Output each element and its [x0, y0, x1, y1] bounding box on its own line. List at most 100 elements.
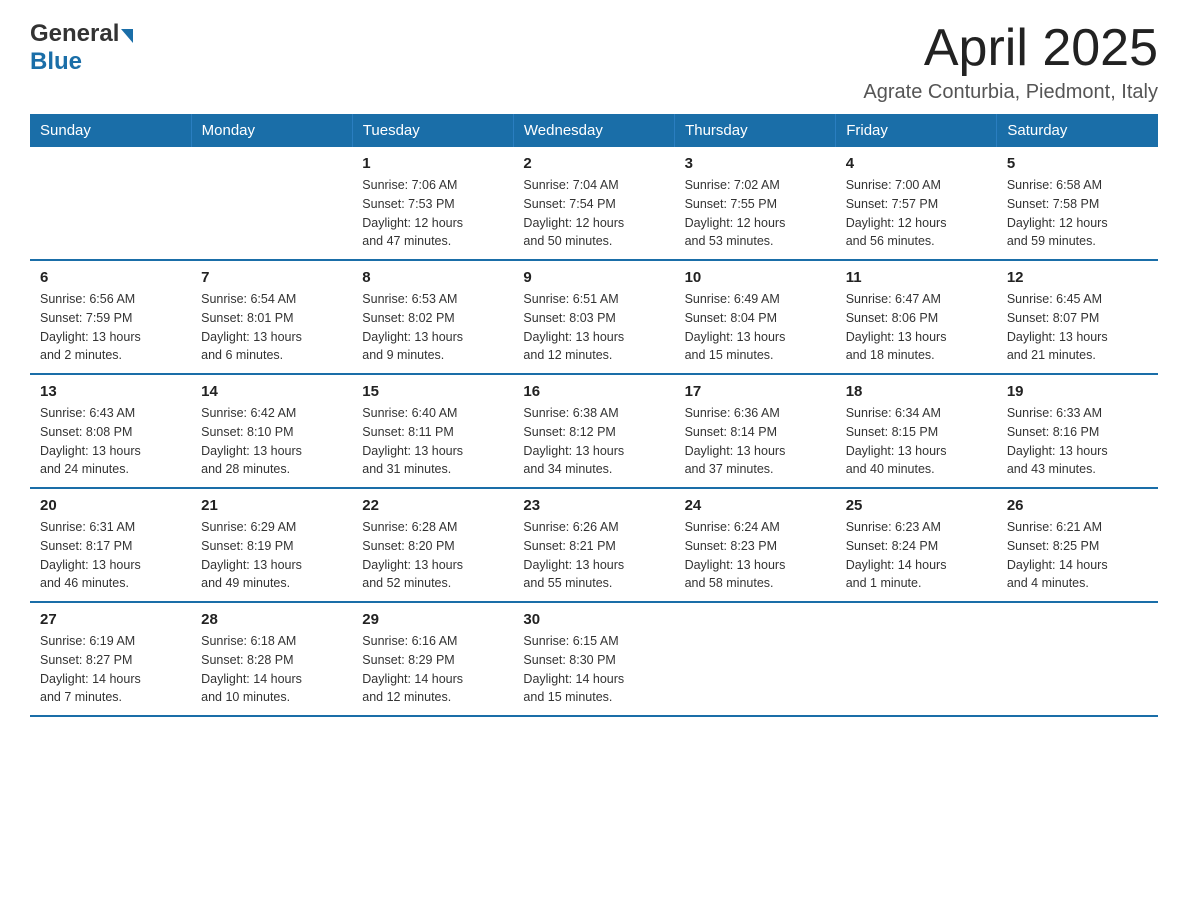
day-info: Sunrise: 6:21 AM Sunset: 8:25 PM Dayligh… — [1007, 518, 1148, 593]
calendar-cell: 28Sunrise: 6:18 AM Sunset: 8:28 PM Dayli… — [191, 602, 352, 716]
day-info: Sunrise: 6:53 AM Sunset: 8:02 PM Dayligh… — [362, 290, 503, 365]
calendar-cell — [997, 602, 1158, 716]
header-friday: Friday — [836, 114, 997, 147]
day-info: Sunrise: 6:28 AM Sunset: 8:20 PM Dayligh… — [362, 518, 503, 593]
day-info: Sunrise: 6:34 AM Sunset: 8:15 PM Dayligh… — [846, 404, 987, 479]
logo-blue-text: Blue — [30, 48, 82, 76]
calendar-cell: 20 Sunrise: 6:31 AM Sunset: 8:17 PM Dayli… — [30, 488, 191, 602]
day-info: Sunrise: 6:26 AM Sunset: 8:21 PM Dayligh… — [523, 518, 664, 593]
day-info: Sunrise: 6:40 AM Sunset: 8:11 PM Dayligh… — [362, 404, 503, 479]
header-row: SundayMondayTuesdayWednesdayThursdayFrid… — [30, 114, 1158, 147]
day-info: Sunrise: 6:47 AM Sunset: 8:06 PM Dayligh… — [846, 290, 987, 365]
day-number: 4 — [846, 155, 987, 172]
day-info: Sunrise: 7:04 AM Sunset: 7:54 PM Dayligh… — [523, 176, 664, 251]
day-info: Sunrise: 6:33 AM Sunset: 8:16 PM Dayligh… — [1007, 404, 1148, 479]
day-info: Sunrise: 7:00 AM Sunset: 7:57 PM Dayligh… — [846, 176, 987, 251]
day-info: Sunrise: 6:43 AM Sunset: 8:08 PM Dayligh… — [40, 404, 181, 479]
logo: General Blue — [30, 20, 133, 76]
day-number: 9 — [523, 269, 664, 286]
day-info: Sunrise: 6:45 AM Sunset: 8:07 PM Dayligh… — [1007, 290, 1148, 365]
title-section: April 2025 Agrate Conturbia, Piedmont, I… — [863, 20, 1158, 104]
header-sunday: Sunday — [30, 114, 191, 147]
day-info: Sunrise: 6:31 AM Sunset: 8:17 PM Dayligh… — [40, 518, 181, 593]
day-number: 26 — [1007, 497, 1148, 514]
calendar-cell: 15 Sunrise: 6:40 AM Sunset: 8:11 PM Dayli… — [352, 374, 513, 488]
day-info: Sunrise: 6:42 AM Sunset: 8:10 PM Dayligh… — [201, 404, 342, 479]
day-number: 27 — [40, 611, 181, 628]
day-number: 17 — [685, 383, 826, 400]
calendar-cell: 29 Sunrise: 6:16 AM Sunset: 8:29 PM Dayli… — [352, 602, 513, 716]
day-info: Sunrise: 6:36 AM Sunset: 8:14 PM Dayligh… — [685, 404, 826, 479]
day-info: Sunrise: 6:49 AM Sunset: 8:04 PM Dayligh… — [685, 290, 826, 365]
calendar-week-row: 1 Sunrise: 7:06 AM Sunset: 7:53 PM Daylig… — [30, 147, 1158, 260]
calendar-cell: 19 Sunrise: 6:33 AM Sunset: 8:16 PM Dayli… — [997, 374, 1158, 488]
day-info: Sunrise: 6:29 AM Sunset: 8:19 PM Dayligh… — [201, 518, 342, 593]
day-info: Sunrise: 6:15 AM Sunset: 8:30 PM Dayligh… — [523, 632, 664, 707]
day-info: Sunrise: 6:51 AM Sunset: 8:03 PM Dayligh… — [523, 290, 664, 365]
day-number: 23 — [523, 497, 664, 514]
calendar-cell: 13 Sunrise: 6:43 AM Sunset: 8:08 PM Dayli… — [30, 374, 191, 488]
day-number: 1 — [362, 155, 503, 172]
calendar-cell — [836, 602, 997, 716]
day-number: 11 — [846, 269, 987, 286]
calendar-cell: 17 Sunrise: 6:36 AM Sunset: 8:14 PM Dayli… — [675, 374, 836, 488]
header-wednesday: Wednesday — [513, 114, 674, 147]
day-info: Sunrise: 7:02 AM Sunset: 7:55 PM Dayligh… — [685, 176, 826, 251]
day-number: 28 — [201, 611, 342, 628]
day-number: 25 — [846, 497, 987, 514]
day-number: 21 — [201, 497, 342, 514]
calendar-header: SundayMondayTuesdayWednesdayThursdayFrid… — [30, 114, 1158, 147]
calendar-cell — [30, 147, 191, 260]
day-number: 30 — [523, 611, 664, 628]
calendar-cell: 25 Sunrise: 6:23 AM Sunset: 8:24 PM Dayli… — [836, 488, 997, 602]
day-number: 29 — [362, 611, 503, 628]
day-number: 10 — [685, 269, 826, 286]
day-info: Sunrise: 6:16 AM Sunset: 8:29 PM Dayligh… — [362, 632, 503, 707]
day-info: Sunrise: 6:23 AM Sunset: 8:24 PM Dayligh… — [846, 518, 987, 593]
calendar-cell: 22 Sunrise: 6:28 AM Sunset: 8:20 PM Dayli… — [352, 488, 513, 602]
day-info: Sunrise: 7:06 AM Sunset: 7:53 PM Dayligh… — [362, 176, 503, 251]
day-number: 8 — [362, 269, 503, 286]
calendar-cell: 27Sunrise: 6:19 AM Sunset: 8:27 PM Dayli… — [30, 602, 191, 716]
day-number: 5 — [1007, 155, 1148, 172]
calendar-cell: 6 Sunrise: 6:56 AM Sunset: 7:59 PM Daylig… — [30, 260, 191, 374]
day-number: 3 — [685, 155, 826, 172]
calendar-cell: 7 Sunrise: 6:54 AM Sunset: 8:01 PM Daylig… — [191, 260, 352, 374]
calendar-cell: 16Sunrise: 6:38 AM Sunset: 8:12 PM Dayli… — [513, 374, 674, 488]
day-number: 15 — [362, 383, 503, 400]
calendar-cell: 18Sunrise: 6:34 AM Sunset: 8:15 PM Dayli… — [836, 374, 997, 488]
day-info: Sunrise: 6:58 AM Sunset: 7:58 PM Dayligh… — [1007, 176, 1148, 251]
day-number: 19 — [1007, 383, 1148, 400]
calendar-week-row: 6 Sunrise: 6:56 AM Sunset: 7:59 PM Daylig… — [30, 260, 1158, 374]
day-number: 13 — [40, 383, 181, 400]
day-info: Sunrise: 6:24 AM Sunset: 8:23 PM Dayligh… — [685, 518, 826, 593]
day-number: 16 — [523, 383, 664, 400]
logo-arrow-icon — [121, 29, 133, 43]
location-subtitle: Agrate Conturbia, Piedmont, Italy — [863, 81, 1158, 104]
calendar-body: 1 Sunrise: 7:06 AM Sunset: 7:53 PM Daylig… — [30, 147, 1158, 716]
day-number: 22 — [362, 497, 503, 514]
calendar-cell — [191, 147, 352, 260]
calendar-table: SundayMondayTuesdayWednesdayThursdayFrid… — [30, 114, 1158, 717]
calendar-cell: 3 Sunrise: 7:02 AM Sunset: 7:55 PM Daylig… — [675, 147, 836, 260]
calendar-cell: 14 Sunrise: 6:42 AM Sunset: 8:10 PM Dayli… — [191, 374, 352, 488]
calendar-cell: 9 Sunrise: 6:51 AM Sunset: 8:03 PM Daylig… — [513, 260, 674, 374]
calendar-cell: 12 Sunrise: 6:45 AM Sunset: 8:07 PM Dayli… — [997, 260, 1158, 374]
calendar-week-row: 20 Sunrise: 6:31 AM Sunset: 8:17 PM Dayli… — [30, 488, 1158, 602]
calendar-cell: 4 Sunrise: 7:00 AM Sunset: 7:57 PM Daylig… — [836, 147, 997, 260]
calendar-cell: 8 Sunrise: 6:53 AM Sunset: 8:02 PM Daylig… — [352, 260, 513, 374]
calendar-cell: 11 Sunrise: 6:47 AM Sunset: 8:06 PM Dayli… — [836, 260, 997, 374]
day-number: 7 — [201, 269, 342, 286]
calendar-week-row: 13 Sunrise: 6:43 AM Sunset: 8:08 PM Dayli… — [30, 374, 1158, 488]
calendar-cell — [675, 602, 836, 716]
day-info: Sunrise: 6:56 AM Sunset: 7:59 PM Dayligh… — [40, 290, 181, 365]
day-number: 20 — [40, 497, 181, 514]
header-tuesday: Tuesday — [352, 114, 513, 147]
day-number: 6 — [40, 269, 181, 286]
calendar-week-row: 27Sunrise: 6:19 AM Sunset: 8:27 PM Dayli… — [30, 602, 1158, 716]
day-info: Sunrise: 6:54 AM Sunset: 8:01 PM Dayligh… — [201, 290, 342, 365]
day-number: 14 — [201, 383, 342, 400]
day-number: 12 — [1007, 269, 1148, 286]
calendar-cell: 2Sunrise: 7:04 AM Sunset: 7:54 PM Daylig… — [513, 147, 674, 260]
calendar-cell: 5 Sunrise: 6:58 AM Sunset: 7:58 PM Daylig… — [997, 147, 1158, 260]
